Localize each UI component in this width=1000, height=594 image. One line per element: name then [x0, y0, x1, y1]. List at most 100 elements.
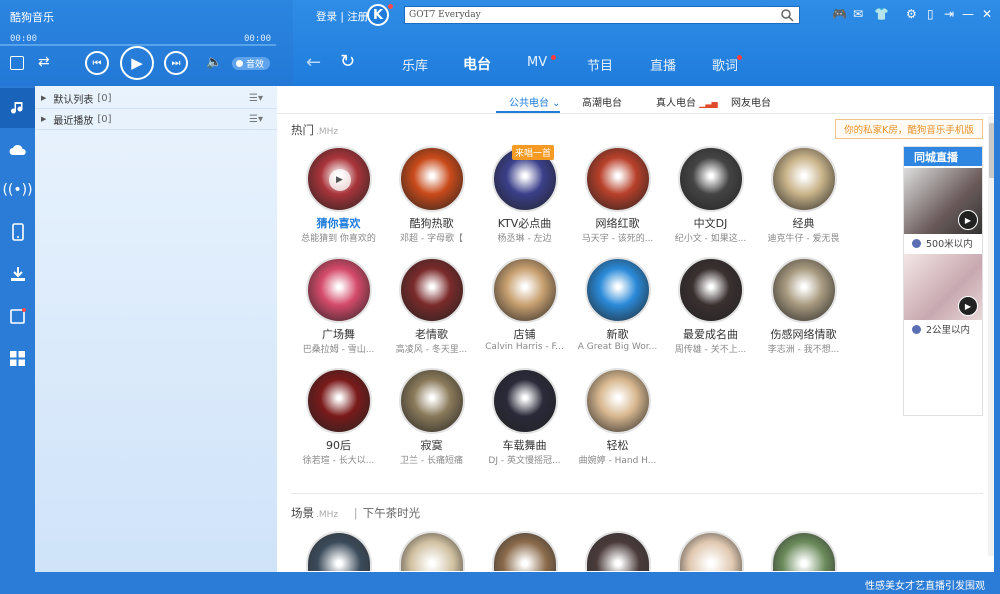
- play-icon[interactable]: ▶: [328, 169, 351, 191]
- station-title[interactable]: 店铺: [478, 326, 571, 342]
- tab-mv[interactable]: MV: [527, 55, 547, 70]
- live-thumb[interactable]: ▶: [904, 168, 982, 234]
- shuffle-icon[interactable]: ⇄: [38, 54, 50, 70]
- cloud-icon[interactable]: [0, 130, 35, 170]
- station-card[interactable]: 轻松 曲婉婷 - Hand H...: [571, 368, 664, 466]
- station-card[interactable]: 老情歌 高凌风 - 冬天里...: [385, 257, 478, 355]
- promo-banner[interactable]: 你的私家K房，酷狗音乐手机版: [835, 119, 983, 139]
- music-icon[interactable]: [0, 88, 35, 128]
- station-title[interactable]: 最爱成名曲: [664, 326, 757, 342]
- subtab-real[interactable]: 真人电台 ▁▃▅: [656, 94, 718, 109]
- subtab-climax[interactable]: 高潮电台: [582, 94, 622, 109]
- scene-card[interactable]: [757, 531, 850, 571]
- station-card[interactable]: 最爱成名曲 周传雄 - 关不上...: [664, 257, 757, 355]
- play-button[interactable]: ▶: [120, 46, 154, 80]
- station-title[interactable]: 寂寞: [385, 437, 478, 453]
- station-title[interactable]: 伤感网络情歌: [757, 326, 850, 342]
- register-link[interactable]: 注册: [347, 11, 368, 23]
- station-title[interactable]: 老情歌: [385, 326, 478, 342]
- station-cover[interactable]: [305, 368, 372, 434]
- scene-cover[interactable]: [491, 531, 558, 571]
- playlist-recent[interactable]: ▶ 最近播放 [0] ☰▾: [35, 109, 277, 130]
- station-cover[interactable]: [584, 257, 651, 323]
- station-cover[interactable]: [398, 257, 465, 323]
- mobile-icon[interactable]: ▯: [927, 7, 934, 21]
- subtab-public[interactable]: 公共电台 ⌄: [509, 94, 561, 109]
- station-title[interactable]: KTV必点曲: [478, 215, 571, 231]
- download-icon[interactable]: [0, 254, 35, 294]
- station-card[interactable]: 广场舞 巴桑拉姆 - 雪山...: [292, 257, 385, 355]
- station-title[interactable]: 轻松: [571, 437, 664, 453]
- scene-cover[interactable]: [305, 531, 372, 571]
- message-icon[interactable]: ✉: [853, 7, 863, 21]
- station-card[interactable]: 车载舞曲 DJ - 英文慢摇冠...: [478, 368, 571, 466]
- minimize-icon[interactable]: —: [962, 7, 974, 21]
- live-thumb[interactable]: ▶: [904, 254, 982, 320]
- station-card[interactable]: 伤感网络情歌 李志洲 - 我不想...: [757, 257, 850, 355]
- tab-radio[interactable]: 电台: [463, 54, 491, 74]
- subtab-user[interactable]: 网友电台: [731, 94, 771, 109]
- tab-live[interactable]: 直播: [650, 55, 676, 74]
- next-button[interactable]: ⏭: [164, 51, 188, 75]
- station-cover[interactable]: [491, 257, 558, 323]
- station-card[interactable]: ▶ 猜你喜欢 总能猜到 你喜欢的: [292, 146, 385, 244]
- station-title[interactable]: 猜你喜欢: [292, 215, 385, 231]
- play-icon[interactable]: ▶: [958, 296, 978, 316]
- station-cover[interactable]: [491, 368, 558, 434]
- station-card[interactable]: 来唱一首 KTV必点曲 杨丞琳 - 左边: [478, 145, 571, 244]
- station-cover[interactable]: [584, 146, 651, 212]
- prev-button[interactable]: ⏮: [85, 51, 109, 75]
- k-logo-icon[interactable]: K: [367, 4, 389, 26]
- station-card[interactable]: 新歌 A Great Big Wor...: [571, 257, 664, 352]
- station-title[interactable]: 广场舞: [292, 326, 385, 342]
- tab-programs[interactable]: 节目: [587, 55, 613, 74]
- back-arrow-icon[interactable]: ←: [306, 52, 321, 73]
- skin-icon[interactable]: 👕: [874, 7, 889, 21]
- playlist-mode-icon[interactable]: [10, 56, 24, 70]
- scene-cover[interactable]: [677, 531, 744, 571]
- mini-mode-icon[interactable]: ⇥: [944, 7, 954, 21]
- station-title[interactable]: 新歌: [571, 326, 664, 342]
- station-cover[interactable]: [305, 257, 372, 323]
- station-card[interactable]: 经典 迪克牛仔 - 爱无畏: [757, 146, 850, 244]
- station-title[interactable]: 经典: [757, 215, 850, 231]
- station-cover[interactable]: ▶: [305, 146, 372, 212]
- station-cover[interactable]: [770, 146, 837, 212]
- expand-arrow-icon[interactable]: ▶: [41, 115, 46, 123]
- station-title[interactable]: 车载舞曲: [478, 437, 571, 453]
- radio-icon[interactable]: ((•)): [0, 170, 35, 210]
- footer-ticker[interactable]: 性感美女才艺直播引发围观: [865, 577, 985, 592]
- playlist-default[interactable]: ▶ 默认列表 [0] ☰▾: [35, 88, 277, 109]
- station-cover[interactable]: [584, 368, 651, 434]
- station-cover[interactable]: [398, 146, 465, 212]
- list-menu-icon[interactable]: ☰▾: [249, 93, 263, 104]
- scene-card[interactable]: [478, 531, 571, 571]
- tab-lyrics[interactable]: 歌词: [712, 55, 738, 74]
- station-cover[interactable]: [770, 257, 837, 323]
- scene-cover[interactable]: [770, 531, 837, 571]
- station-title[interactable]: 网络红歌: [571, 215, 664, 231]
- station-card[interactable]: 店铺 Calvin Harris - F...: [478, 257, 571, 352]
- play-icon[interactable]: ▶: [958, 210, 978, 230]
- tab-library[interactable]: 乐库: [402, 55, 428, 74]
- search-input[interactable]: GOT7 Everyday: [404, 6, 800, 24]
- station-card[interactable]: 酷狗热歌 邓超 - 字母歌【: [385, 146, 478, 244]
- apps-store-icon[interactable]: [0, 296, 35, 336]
- station-card[interactable]: 寂寞 卫兰 - 长痛短痛: [385, 368, 478, 466]
- station-cover[interactable]: [398, 368, 465, 434]
- station-card[interactable]: 90后 徐若瑄 - 长大以...: [292, 368, 385, 466]
- station-title[interactable]: 中文DJ: [664, 215, 757, 231]
- station-cover[interactable]: [677, 146, 744, 212]
- station-title[interactable]: 酷狗热歌: [385, 215, 478, 231]
- station-cover[interactable]: [677, 257, 744, 323]
- list-menu-icon[interactable]: ☰▾: [249, 114, 263, 125]
- grid-icon[interactable]: [0, 338, 35, 378]
- station-card[interactable]: 中文DJ 纪小文 - 如果这...: [664, 146, 757, 244]
- close-icon[interactable]: ✕: [982, 7, 992, 21]
- search-icon[interactable]: [780, 8, 796, 22]
- scene-card[interactable]: [571, 531, 664, 571]
- station-title[interactable]: 90后: [292, 437, 385, 453]
- scene-card[interactable]: [292, 531, 385, 571]
- phone-icon[interactable]: [0, 212, 35, 252]
- volume-icon[interactable]: 🔈: [206, 55, 222, 70]
